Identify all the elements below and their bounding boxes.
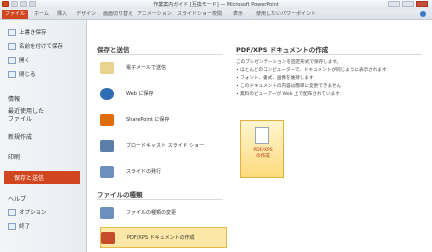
nav-save-as[interactable]: 名前を付けて保存 — [8, 42, 63, 50]
option-change-file-type[interactable]: ファイルの種類の変更 — [100, 202, 227, 223]
tab-file[interactable]: ファイル — [2, 10, 28, 19]
undo-icon[interactable] — [20, 1, 27, 7]
section-title-file-types: ファイルの種類 — [97, 191, 143, 199]
quick-access-toolbar — [2, 1, 36, 7]
tab-review[interactable]: 校閲 — [212, 10, 222, 19]
nav-recent[interactable]: 最近使用した ファイル — [8, 108, 44, 124]
divider — [236, 54, 422, 55]
tab-insert[interactable]: 挿入 — [57, 10, 67, 19]
nav-print[interactable]: 印刷 — [8, 152, 20, 161]
powerpoint-backstage-window: 作業案内ガイド [互換モード] — Microsoft PowerPoint フ… — [0, 0, 432, 252]
tab-custom[interactable]: 使用したいパワーポイント — [256, 10, 316, 19]
nav-label: 閉じる — [19, 72, 36, 78]
description-line: • ほとんどのコンピューターで、ドキュメントが同じように表示されます — [236, 68, 387, 73]
divider — [97, 54, 223, 55]
change-file-type-icon — [100, 206, 114, 219]
tab-slideshow[interactable]: スライドショー — [177, 10, 212, 19]
window-controls — [388, 1, 428, 7]
globe-icon — [100, 87, 114, 100]
create-pdf-xps-button-label: PDF/XPS の作成 — [253, 148, 273, 159]
save-send-options: 保存と送信 電子メールで送信 Web に保存 SharePoint に保存 ブロ… — [87, 20, 227, 252]
option-label: 電子メールで送信 — [126, 65, 167, 71]
option-save-web[interactable]: Web に保存 — [100, 83, 227, 104]
broadcast-icon — [100, 139, 114, 152]
backstage-nav: 上書き保存 名前を付けて保存 開く 閉じる 情報 最近使用した ファイル 新規作… — [0, 20, 87, 252]
nav-label: 名前を付けて保存 — [19, 44, 64, 50]
option-label: SharePoint に保存 — [126, 117, 170, 123]
save-icon[interactable] — [11, 1, 18, 7]
nav-label: オプション — [19, 210, 47, 216]
ribbon-tabs: ファイル ホーム 挿入 デザイン 画面切り替え アニメーション スライドショー … — [0, 9, 432, 20]
tab-transitions[interactable]: 画面切り替え — [103, 10, 133, 19]
close-button[interactable] — [416, 1, 428, 7]
option-label: ブロードキャスト スライド ショー — [126, 143, 205, 149]
publish-slides-icon — [100, 165, 114, 178]
nav-info[interactable]: 情報 — [8, 94, 20, 103]
open-folder-icon — [8, 56, 16, 64]
pane-title: PDF/XPS ドキュメントの作成 — [236, 46, 329, 54]
option-label: スライドの発行 — [126, 169, 162, 175]
option-label: PDF/XPS ドキュメントの作成 — [127, 235, 195, 241]
tab-animations[interactable]: アニメーション — [137, 10, 172, 19]
redo-icon[interactable] — [29, 1, 36, 7]
nav-help[interactable]: ヘルプ — [8, 194, 26, 203]
pdf-document-icon — [255, 127, 269, 144]
nav-open[interactable]: 開く — [8, 56, 30, 64]
description-line: • このドキュメントの内容は簡単に変更できません — [236, 84, 342, 89]
nav-label: 終了 — [19, 224, 31, 230]
option-broadcast[interactable]: ブロードキャスト スライド ショー — [100, 135, 227, 156]
nav-save[interactable]: 上書き保存 — [8, 28, 47, 36]
save-as-icon — [8, 42, 16, 50]
nav-options[interactable]: オプション — [8, 208, 47, 216]
tab-home[interactable]: ホーム — [34, 10, 49, 19]
nav-new[interactable]: 新規作成 — [8, 132, 32, 141]
maximize-button[interactable] — [402, 1, 414, 7]
nav-exit[interactable]: 終了 — [8, 222, 30, 230]
option-label: Web に保存 — [126, 91, 154, 97]
option-email[interactable]: 電子メールで送信 — [100, 57, 227, 78]
nav-label: 上書き保存 — [19, 30, 47, 36]
help-icon[interactable] — [420, 11, 426, 17]
email-icon — [100, 61, 114, 74]
description-line: • 無料のビューアーが Web 上で配布されています — [236, 92, 340, 97]
option-label: ファイルの種類の変更 — [126, 210, 177, 216]
nav-close[interactable]: 閉じる — [8, 70, 36, 78]
window-title: 作業案内ガイド [互換モード] — Microsoft PowerPoint — [153, 2, 279, 8]
pdf-document-icon — [101, 231, 115, 244]
nav-save-send[interactable]: 保存と送信 — [14, 173, 44, 182]
tab-view[interactable]: 表示 — [233, 10, 243, 19]
save-icon — [8, 28, 16, 36]
tab-design[interactable]: デザイン — [76, 10, 96, 19]
options-icon — [8, 208, 16, 216]
create-pdf-xps-button[interactable]: PDF/XPS の作成 — [240, 120, 284, 178]
option-sharepoint[interactable]: SharePoint に保存 — [100, 109, 227, 130]
description-line: このプレゼンテーションを固定形式で保存します。 — [236, 60, 342, 65]
description-line: • フォント、書式、画像を維持します — [236, 76, 314, 81]
sharepoint-icon — [100, 113, 114, 126]
section-title-save-send: 保存と送信 — [97, 46, 130, 54]
close-file-icon — [8, 70, 16, 78]
exit-icon — [8, 222, 16, 230]
nav-label: 開く — [19, 58, 31, 64]
powerpoint-app-icon — [2, 1, 9, 7]
option-publish-slides[interactable]: スライドの発行 — [100, 161, 227, 182]
minimize-button[interactable] — [388, 1, 400, 7]
option-create-pdf-xps[interactable]: PDF/XPS ドキュメントの作成 — [100, 227, 227, 248]
divider — [97, 199, 223, 200]
